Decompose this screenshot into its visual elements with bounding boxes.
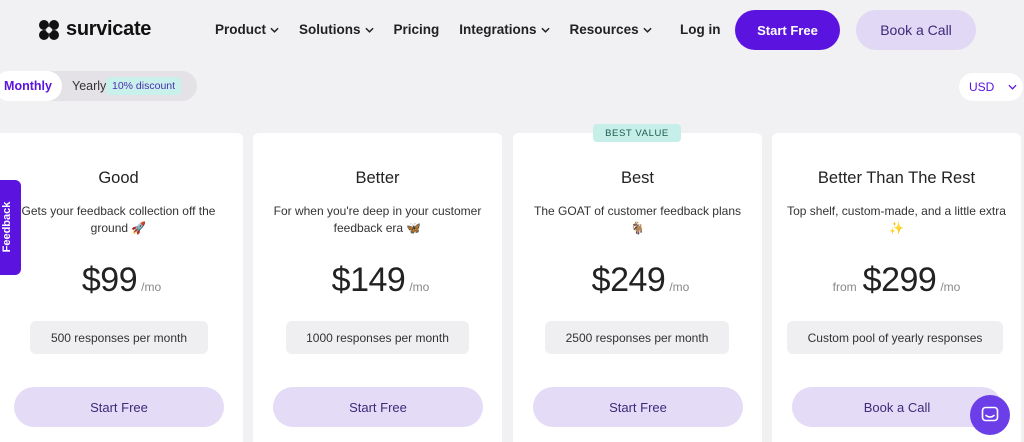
plan-description: For when you're deep in your customer fe… (273, 204, 482, 235)
nav-solutions-label: Solutions (299, 22, 361, 37)
plan-cta-button[interactable]: Start Free (533, 387, 743, 427)
feedback-tab[interactable]: Feedback (0, 180, 21, 275)
price-prefix: from (832, 280, 857, 294)
chevron-down-icon (1008, 84, 1017, 90)
plan-cta-button[interactable]: Start Free (273, 387, 483, 427)
book-call-button[interactable]: Book a Call (856, 10, 976, 50)
nav-resources[interactable]: Resources (570, 22, 652, 37)
survicate-logo-icon (39, 19, 59, 40)
price-row: $99 /mo (0, 261, 243, 300)
nav-integrations[interactable]: Integrations (459, 22, 550, 37)
plan-description: Gets your feedback collection off the gr… (21, 204, 216, 235)
billing-toggle: Monthly Yearly 10% discount (0, 71, 197, 101)
plan-name: Better Than The Rest (817, 169, 976, 187)
price-period: /mo (940, 280, 961, 294)
nav-integrations-label: Integrations (459, 22, 537, 37)
price-row: $249 /mo (513, 261, 762, 300)
price-period: /mo (669, 280, 690, 294)
plan-name: Better (355, 169, 400, 187)
currency-select[interactable]: USD (959, 73, 1023, 101)
start-free-button[interactable]: Start Free (735, 10, 840, 50)
plan-price: $299 (862, 261, 937, 299)
chevron-down-icon (270, 27, 279, 33)
responses-chip: Custom pool of yearly responses (787, 321, 1003, 354)
plan-price: $99 (81, 261, 138, 299)
site-header: survicate Product Solutions Pricing Inte… (0, 0, 1024, 62)
nav-solutions[interactable]: Solutions (299, 22, 374, 37)
plan-cta-button[interactable]: Start Free (14, 387, 224, 427)
billing-yearly-option[interactable]: Yearly (72, 79, 106, 93)
plan-description: Top shelf, custom-made, and a little ext… (787, 204, 1006, 235)
plan-card-best: Best The GOAT of customer feedback plans… (513, 133, 762, 442)
price-period: /mo (409, 280, 430, 294)
nav-product-label: Product (215, 22, 267, 37)
price-row: from $299 /mo (772, 261, 1021, 300)
plan-card-good: Good Gets your feedback collection off t… (0, 133, 243, 442)
nav-pricing[interactable]: Pricing (394, 22, 440, 37)
plan-price: $249 (591, 261, 666, 299)
plan-name: Good (98, 169, 139, 187)
logo[interactable]: survicate (38, 18, 151, 41)
chevron-down-icon (642, 27, 652, 33)
nav-product[interactable]: Product (215, 22, 279, 37)
plan-description: The GOAT of customer feedback plans 🐐 (534, 204, 741, 235)
discount-badge: 10% discount (106, 77, 182, 95)
chat-launcher[interactable] (970, 395, 1010, 435)
responses-chip: 2500 responses per month (545, 321, 729, 354)
brand-name: survicate (66, 18, 152, 40)
billing-monthly-option[interactable]: Monthly (0, 71, 62, 101)
plan-card-better: Better For when you're deep in your cust… (253, 133, 502, 442)
price-period: /mo (141, 280, 162, 294)
chat-icon (981, 406, 999, 422)
main-nav: Product Solutions Pricing Integrations R… (215, 22, 652, 37)
plan-price: $149 (331, 261, 406, 299)
responses-chip: 1000 responses per month (286, 321, 469, 354)
best-value-badge: BEST VALUE (593, 124, 681, 142)
currency-value: USD (969, 80, 995, 94)
responses-chip: 500 responses per month (30, 321, 208, 354)
plan-name: Best (620, 169, 655, 187)
nav-resources-label: Resources (569, 22, 639, 37)
price-row: $149 /mo (253, 261, 502, 300)
feedback-tab-label: Feedback (1, 201, 13, 253)
nav-pricing-label: Pricing (393, 22, 440, 37)
chevron-down-icon (364, 27, 374, 33)
login-link[interactable]: Log in (680, 22, 721, 37)
chevron-down-icon (540, 27, 550, 33)
